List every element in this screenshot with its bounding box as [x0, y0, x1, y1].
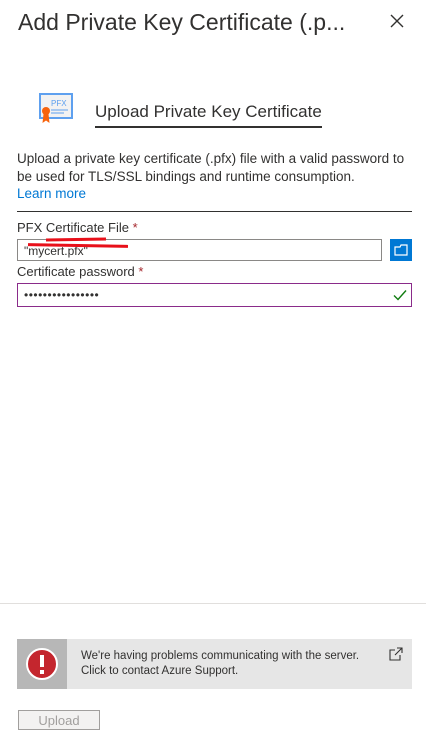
upload-button[interactable]: Upload [18, 710, 100, 730]
pfx-file-label: PFX Certificate File * [17, 220, 138, 235]
error-message-line2: Click to contact Azure Support. [81, 665, 239, 677]
folder-icon [394, 244, 408, 256]
pfx-file-label-text: PFX Certificate File [17, 220, 129, 235]
section-divider [17, 211, 412, 212]
error-message-line1: We're having problems communicating with… [81, 650, 360, 662]
close-button[interactable] [386, 10, 408, 32]
footer-divider [0, 603, 426, 604]
error-message: We're having problems communicating with… [81, 649, 381, 679]
error-icon-container [17, 639, 67, 689]
pfx-icon-label: PFX [51, 99, 67, 108]
required-marker: * [132, 220, 138, 235]
upload-tab[interactable]: PFX Upload Private Key Certificate [38, 92, 338, 132]
password-label-text: Certificate password [17, 264, 135, 279]
description-text: Upload a private key certificate (.pfx) … [17, 151, 405, 184]
required-marker: * [138, 264, 144, 279]
learn-more-link[interactable]: Learn more [17, 186, 86, 201]
page-title: Add Private Key Certificate (.p... [18, 9, 346, 35]
close-icon [390, 14, 404, 28]
certificate-password-input[interactable]: •••••••••••••••• [17, 283, 412, 307]
password-label: Certificate password * [17, 264, 143, 279]
pfx-file-input[interactable]: "mycert.pfx" [17, 239, 382, 261]
upload-tab-label: Upload Private Key Certificate [95, 102, 322, 128]
error-notification[interactable]: We're having problems communicating with… [17, 639, 412, 689]
external-link-icon [389, 647, 403, 661]
error-icon [26, 648, 58, 680]
certificate-icon: PFX [38, 92, 74, 126]
blade-header: Add Private Key Certificate (.p... [18, 6, 408, 40]
checkmark-icon [392, 287, 408, 303]
browse-file-button[interactable] [390, 239, 412, 261]
